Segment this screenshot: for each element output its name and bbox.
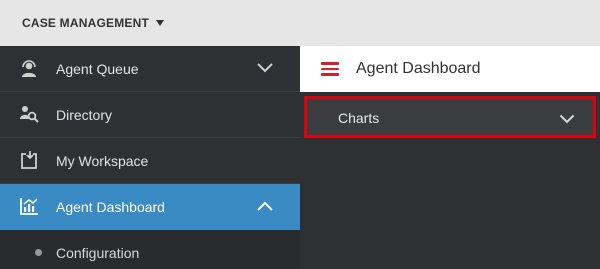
sidebar-item-directory[interactable]: Directory <box>0 92 300 138</box>
charts-accordion[interactable]: Charts <box>304 96 596 138</box>
sidebar-item-my-workspace[interactable]: My Workspace <box>0 138 300 184</box>
chevron-down-icon[interactable] <box>559 114 575 124</box>
main-header: Agent Dashboard <box>300 46 600 92</box>
sidebar-item-label: Directory <box>56 106 113 123</box>
top-bar: CASE MANAGEMENT <box>0 0 600 46</box>
charts-accordion-label: Charts <box>338 110 380 126</box>
hamburger-menu-icon[interactable] <box>321 62 339 76</box>
chevron-down-icon[interactable] <box>256 62 274 74</box>
sidebar-item-label: Agent Queue <box>56 60 139 77</box>
app-menu-label: CASE MANAGEMENT <box>22 16 150 30</box>
sidebar-subitem-configuration[interactable]: Configuration <box>0 230 300 269</box>
sidebar: Agent Queue Directory My Workspace Agent… <box>0 46 300 269</box>
dashboard-chart-icon <box>20 198 38 215</box>
sidebar-item-label: Agent Dashboard <box>56 199 165 215</box>
page-title: Agent Dashboard <box>356 60 481 77</box>
agent-icon <box>22 60 36 77</box>
workspace-icon <box>21 151 37 169</box>
main-content: Agent Dashboard Charts <box>300 46 600 269</box>
directory-search-icon <box>20 106 39 123</box>
sidebar-subitem-label: Configuration <box>56 245 140 261</box>
sidebar-item-agent-dashboard[interactable]: Agent Dashboard <box>0 184 300 230</box>
sidebar-item-agent-queue[interactable]: Agent Queue <box>0 46 300 92</box>
caret-down-icon <box>156 20 165 26</box>
sidebar-item-label: My Workspace <box>56 152 149 169</box>
bullet-dot-icon <box>35 249 42 256</box>
case-management-menu[interactable]: CASE MANAGEMENT <box>22 15 165 31</box>
chevron-up-icon[interactable] <box>256 200 274 212</box>
